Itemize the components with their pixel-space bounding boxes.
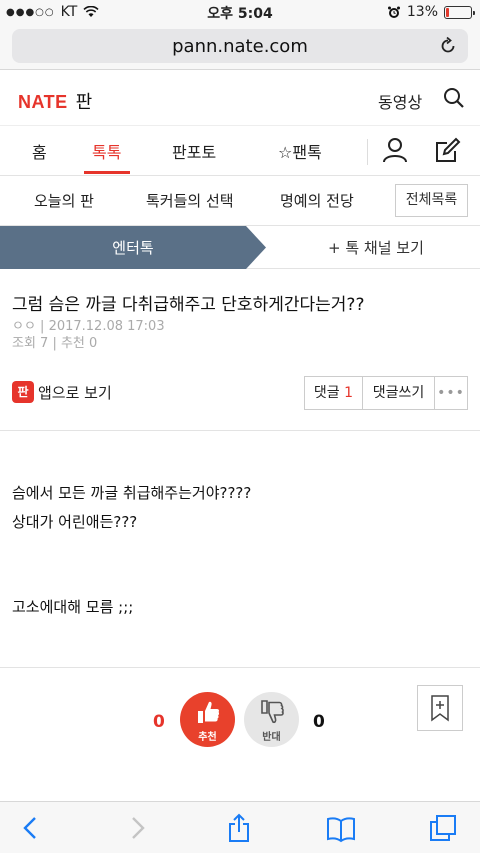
- site-header: NATE 판 동영상: [0, 70, 480, 126]
- recommend-count: 0: [153, 712, 165, 732]
- article-stats: 조회 7 | 추천 0: [12, 336, 98, 351]
- battery-icon: [444, 5, 475, 19]
- url-text[interactable]: pann.nate.com: [12, 36, 468, 57]
- recommend-button[interactable]: 추천: [180, 692, 235, 747]
- nav-divider: [367, 139, 368, 165]
- thumbs-up-icon: [198, 701, 220, 723]
- subnav-today[interactable]: 오늘의 판: [34, 190, 94, 211]
- oppose-count: 0: [313, 712, 325, 732]
- body-line: 고소에대해 모름 ;;;: [12, 598, 134, 616]
- site-logo[interactable]: NATE 판: [18, 88, 92, 114]
- tab-panphoto[interactable]: 판포토: [172, 139, 216, 163]
- back-icon[interactable]: [16, 813, 46, 843]
- write-icon[interactable]: [434, 136, 462, 164]
- video-link[interactable]: 동영상: [378, 89, 422, 113]
- subnav-talker-choice[interactable]: 톡커들의 선택: [146, 190, 234, 211]
- divider: [0, 667, 480, 668]
- browser-bar: pann.nate.com: [0, 24, 480, 70]
- comments-count: 1: [344, 385, 354, 401]
- bookmarks-icon[interactable]: [326, 813, 356, 843]
- oppose-label: 반대: [262, 732, 281, 743]
- tab-home[interactable]: 홈: [32, 139, 47, 163]
- app-view-label[interactable]: 앱으로 보기: [38, 382, 112, 403]
- more-icon[interactable]: •••: [435, 377, 467, 409]
- article-actions: 댓글 1 댓글쓰기 •••: [304, 376, 468, 410]
- body-line: 상대가 어린애든???: [12, 513, 138, 531]
- comments-button[interactable]: 댓글 1: [305, 377, 363, 409]
- bookmark-icon: [431, 695, 449, 722]
- user-icon[interactable]: [381, 136, 409, 164]
- bookmark-button[interactable]: [417, 685, 463, 731]
- app-view-link[interactable]: 판 앱으로 보기: [12, 381, 112, 403]
- category-tag[interactable]: 엔터톡: [0, 237, 266, 258]
- status-bar: ●●●○○ KT 오후 5:04 13%: [0, 0, 480, 24]
- sub-nav: 오늘의 판 톡커들의 선택 명예의 전당 전체목록: [0, 176, 480, 226]
- pann-app-icon[interactable]: 판: [12, 381, 34, 403]
- thumbs-down-icon: [261, 700, 284, 724]
- body-line: 슴에서 모든 까글 취급해주는거야????: [12, 484, 252, 502]
- forward-icon[interactable]: [122, 813, 152, 843]
- share-icon[interactable]: [224, 813, 254, 843]
- tab-toktok[interactable]: 톡톡: [92, 139, 121, 163]
- write-comment-button[interactable]: 댓글쓰기: [363, 377, 435, 409]
- channel-banner: 엔터톡 + 톡 채널 보기: [0, 226, 480, 269]
- recommend-label: 추천: [198, 732, 217, 743]
- alarm-icon: [387, 6, 400, 18]
- pann-logo[interactable]: 판: [76, 88, 93, 114]
- address-bar[interactable]: pann.nate.com: [12, 29, 468, 63]
- browser-toolbar: [0, 801, 480, 853]
- divider: [0, 430, 480, 431]
- battery-percent: 13%: [406, 4, 438, 20]
- nate-logo[interactable]: NATE: [18, 92, 68, 113]
- main-nav: 홈 톡톡 판포토 ☆팬톡: [0, 126, 480, 176]
- article-title: 그럼 슴은 까글 다취급해주고 단호하게간다는거??: [12, 295, 365, 315]
- subnav-hall-of-fame[interactable]: 명예의 전당: [280, 190, 354, 211]
- oppose-button[interactable]: 반대: [244, 692, 299, 747]
- tab-fantok[interactable]: ☆팬톡: [278, 139, 322, 163]
- all-list-button[interactable]: 전체목록: [395, 184, 468, 217]
- reload-icon[interactable]: [438, 36, 458, 56]
- search-icon[interactable]: [443, 87, 465, 109]
- comments-label: 댓글: [313, 385, 340, 401]
- active-tab-indicator: [84, 171, 130, 174]
- tabs-icon[interactable]: [428, 813, 458, 843]
- channel-link[interactable]: + 톡 채널 보기: [328, 237, 424, 258]
